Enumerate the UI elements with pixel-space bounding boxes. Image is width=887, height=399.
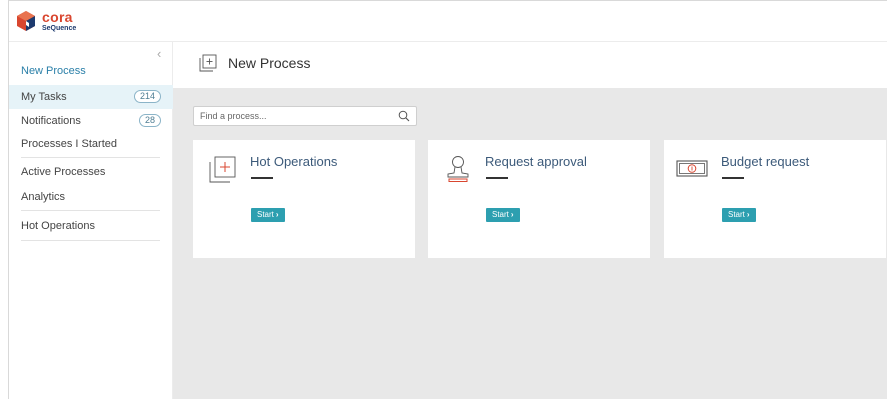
process-card-hot-operations[interactable]: Hot Operations Start › [193,140,415,258]
title-underline [486,177,508,179]
search-box [193,106,417,126]
start-button[interactable]: Start › [486,208,520,222]
card-title: Request approval [485,154,587,169]
process-card-request-approval[interactable]: Request approval Start › [428,140,650,258]
start-button-label: Start [257,210,274,219]
sidebar-item-notifications[interactable]: Notifications 28 [9,109,173,133]
page-title: New Process [228,55,311,71]
logo-name: cora [42,9,73,25]
app-window: cora SeQuence ‹ New Process My Tasks 214… [8,0,887,399]
start-button[interactable]: Start › [251,208,285,222]
count-badge: 214 [133,90,161,103]
new-process-icon [199,54,217,72]
start-button-label: Start [492,210,509,219]
chevron-left-icon[interactable]: ‹ [157,47,167,60]
card-title: Budget request [721,154,810,169]
sidebar-item-label: Analytics [21,191,66,203]
chevron-right-icon: › [746,210,750,219]
sidebar-item-processes-i-started[interactable]: Processes I Started [9,132,173,156]
top-bar: cora SeQuence [9,1,887,42]
sidebar-item-analytics[interactable]: Analytics [9,185,173,209]
sidebar-item-label: Notifications [21,115,81,127]
sidebar-item-active-processes[interactable]: Active Processes [9,160,173,184]
page-header: New Process [173,42,887,88]
chevron-right-icon: › [510,210,514,219]
search-icon[interactable] [398,110,410,122]
brand-logo[interactable]: cora SeQuence [15,10,76,32]
sidebar-item-hot-operations[interactable]: Hot Operations [9,214,173,238]
count-badge: 28 [138,114,161,127]
start-button-label: Start [728,210,745,219]
start-button[interactable]: Start › [722,208,756,222]
sidebar-new-process[interactable]: New Process [21,65,86,77]
new-process-icon [209,156,236,183]
card-title: Hot Operations [250,154,338,169]
title-underline [722,177,744,179]
sidebar-item-label: Hot Operations [21,220,95,232]
sidebar-divider [21,210,160,211]
search-input[interactable] [200,107,390,125]
sidebar: ‹ New Process My Tasks 214 Notifications… [9,42,173,399]
sidebar-item-label: Active Processes [21,166,106,178]
sidebar-item-my-tasks[interactable]: My Tasks 214 [9,85,173,109]
chevron-right-icon: › [275,210,279,219]
banknote-icon [676,160,708,177]
sidebar-item-label: My Tasks [21,91,67,103]
logo-subname: SeQuence [42,25,77,32]
sidebar-item-label: Processes I Started [21,138,117,150]
sidebar-divider [21,157,160,158]
cora-logo-icon [17,11,35,31]
process-gallery: Hot Operations Start› Request approval S… [173,88,887,399]
logo-text: cora SeQuence [42,10,76,32]
title-underline [251,177,273,179]
sidebar-divider [21,240,160,241]
process-card-budget-request[interactable]: Budget request Start › [664,140,886,258]
stamp-icon [447,156,469,182]
